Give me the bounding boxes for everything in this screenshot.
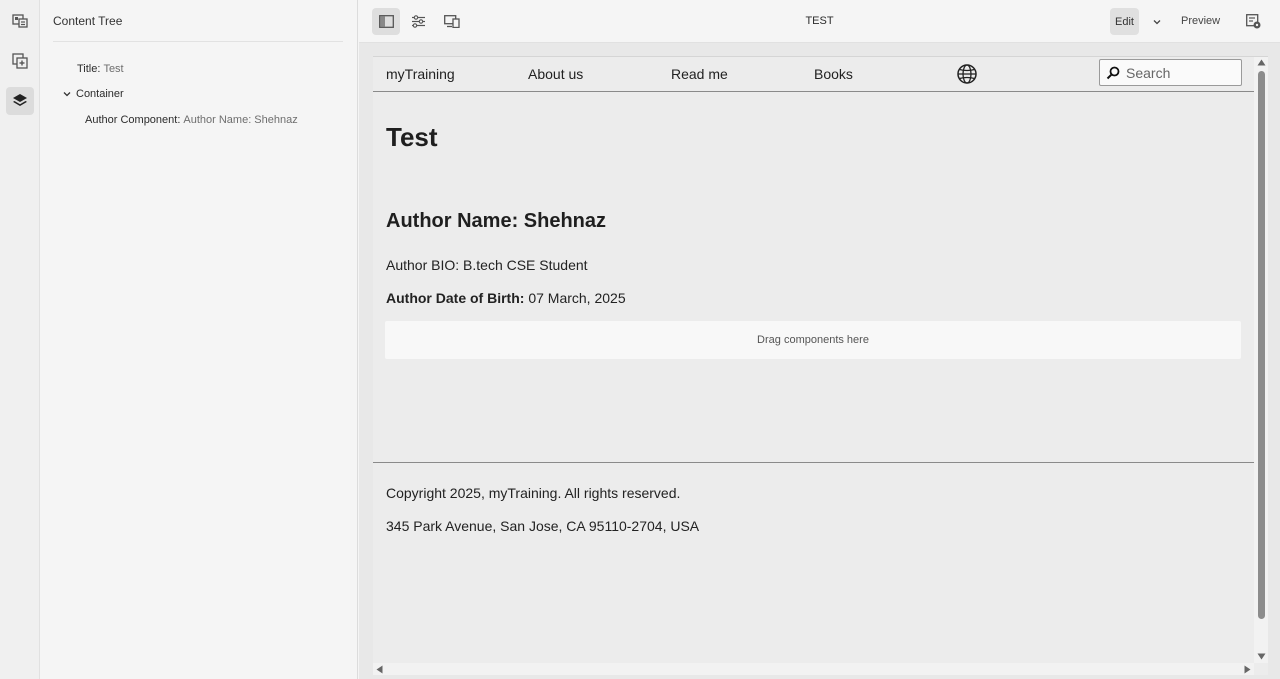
author-dob: Author Date of Birth: 07 March, 2025 (386, 290, 626, 306)
side-panel-icon[interactable] (372, 8, 400, 35)
search-field[interactable] (1099, 59, 1242, 86)
page-name: TEST (805, 15, 834, 27)
nav-item-read-me[interactable]: Read me (671, 66, 728, 82)
panel-title: Content Tree (53, 14, 123, 28)
author-name-heading: Author Name: Shehnaz (386, 210, 607, 232)
chevron-down-icon[interactable] (1149, 14, 1165, 30)
search-input[interactable] (1126, 64, 1236, 81)
properties-icon[interactable] (404, 8, 432, 35)
preview-button[interactable]: Preview (1181, 15, 1220, 27)
tree-item-author-component[interactable]: Author Component: Author Name: Shehnaz (85, 114, 298, 126)
author-bio: Author BIO: B.tech CSE Student (386, 257, 588, 273)
footer-address: 345 Park Avenue, San Jose, CA 95110-2704… (386, 518, 700, 534)
site-navigation: myTraining About us Read me Books (373, 57, 1254, 92)
chevron-down-icon[interactable] (62, 89, 72, 99)
globe-icon[interactable] (956, 63, 978, 85)
component-dropzone[interactable]: Drag components here (385, 321, 1241, 359)
editor-toolbar: TEST Edit Preview (359, 0, 1280, 43)
scroll-left-icon[interactable] (376, 665, 383, 674)
scroll-up-icon[interactable] (1257, 59, 1266, 66)
footer-copyright: Copyright 2025, myTraining. All rights r… (386, 485, 681, 501)
tree-item-label: Author Component: (85, 114, 181, 126)
horizontal-scrollbar[interactable] (373, 663, 1254, 675)
content-tree-panel: Content Tree Title: Test Container Autho… (40, 0, 358, 679)
page-info-icon[interactable] (1244, 12, 1262, 30)
page-properties-icon[interactable] (6, 7, 34, 35)
tree-item-label: Container (76, 88, 124, 100)
layers-icon[interactable] (6, 87, 34, 115)
scroll-down-icon[interactable] (1257, 653, 1266, 660)
page-frame: myTraining About us Read me Books Test A… (373, 56, 1268, 675)
tree-item-title[interactable]: Title: Test (77, 63, 124, 75)
panel-divider (53, 41, 343, 42)
side-rail (0, 0, 40, 679)
nav-item-books[interactable]: Books (814, 66, 853, 82)
author-dob-value: 07 March, 2025 (528, 290, 626, 306)
footer-divider (373, 462, 1254, 463)
components-icon[interactable] (6, 47, 34, 75)
tree-item-container[interactable]: Container (62, 88, 124, 100)
tree-item-label: Title: (77, 63, 101, 75)
author-dob-label: Author Date of Birth: (386, 290, 525, 306)
scroll-right-icon[interactable] (1244, 665, 1251, 674)
scrollbar-thumb[interactable] (1258, 71, 1265, 619)
emulator-icon[interactable] (438, 8, 466, 35)
vertical-scrollbar[interactable] (1254, 57, 1268, 663)
page-title: Test (386, 122, 438, 152)
edit-mode-button[interactable]: Edit (1110, 8, 1139, 35)
nav-item-about-us[interactable]: About us (528, 66, 583, 82)
search-icon (1106, 66, 1120, 79)
nav-brand-link[interactable]: myTraining (386, 66, 455, 82)
tree-item-value: Test (103, 63, 124, 75)
tree-item-value: Author Name: Shehnaz (183, 114, 298, 126)
